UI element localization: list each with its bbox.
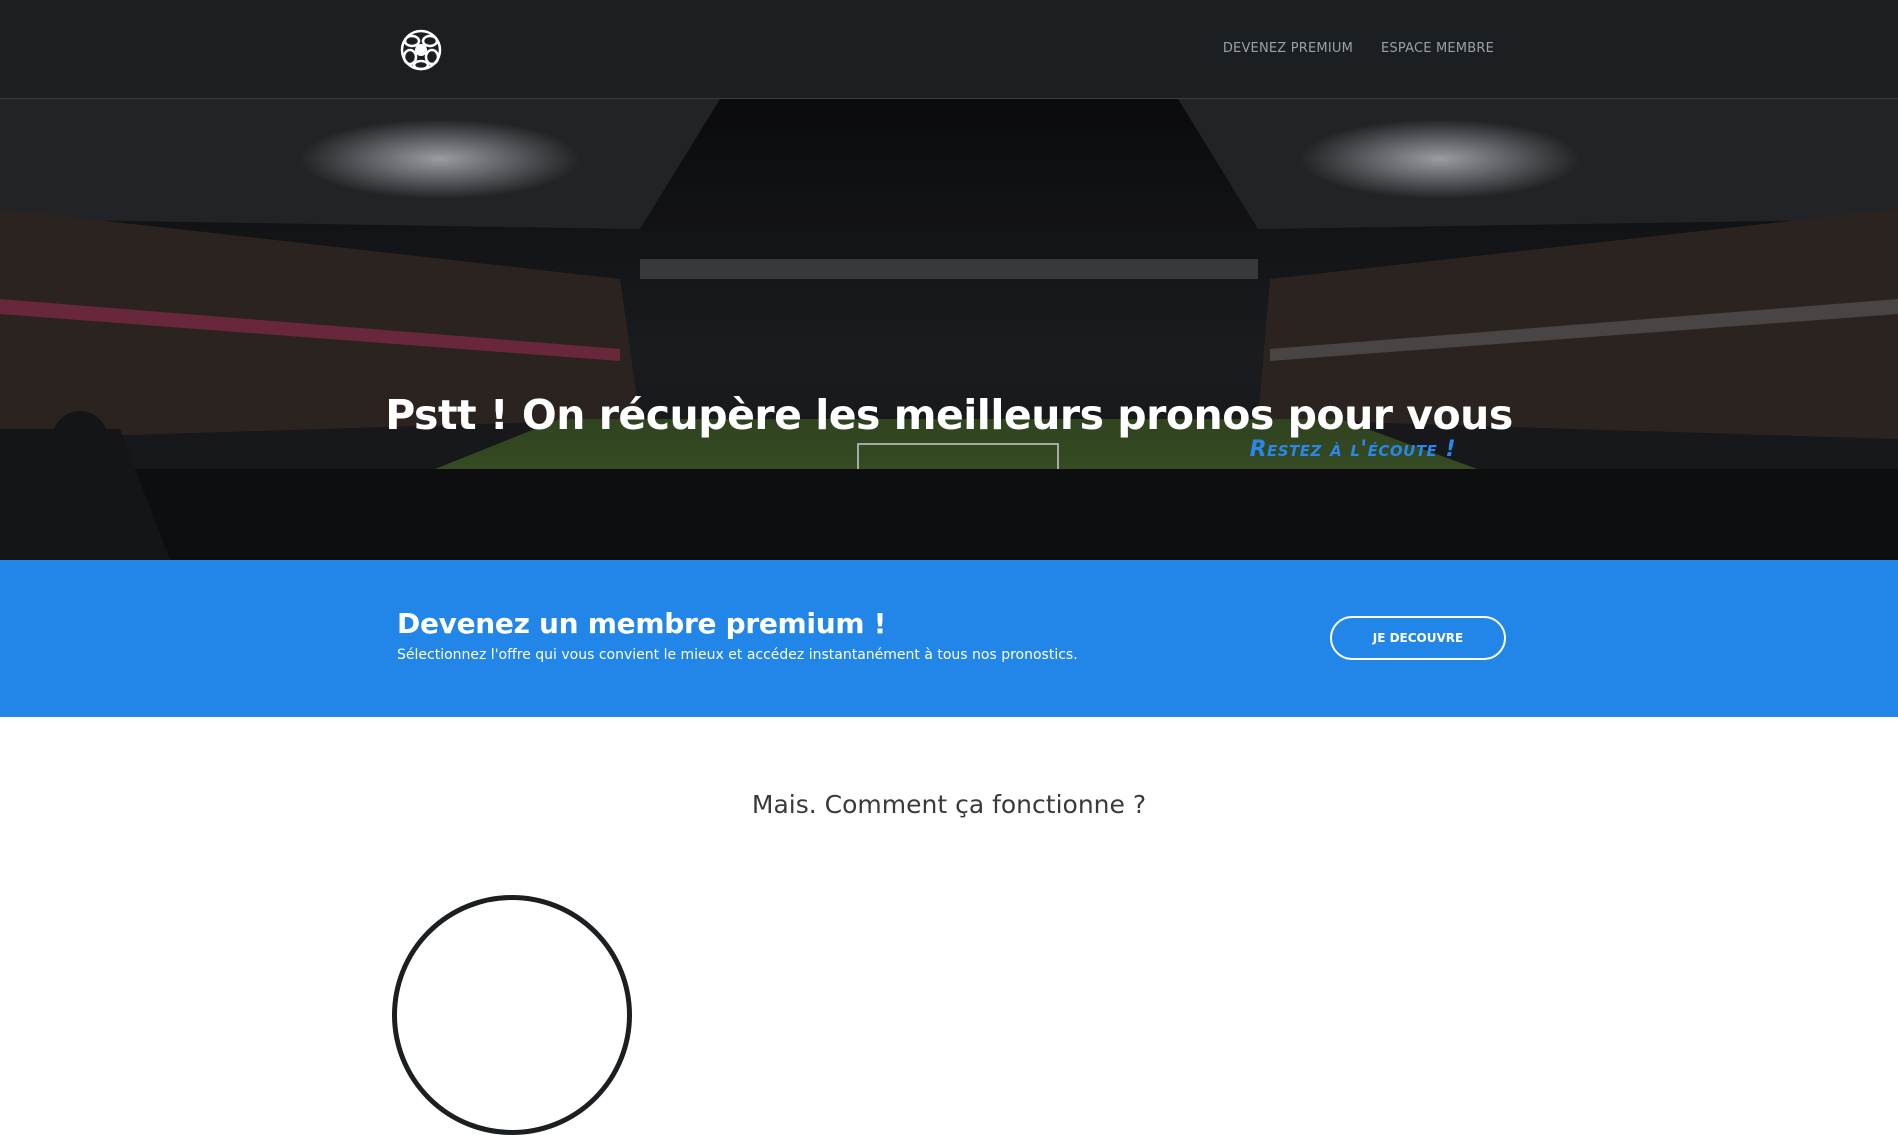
nav-link-espace-membre[interactable]: ESPACE MEMBRE: [1381, 41, 1494, 56]
top-navbar: DEVENEZ PREMIUM ESPACE MEMBRE: [0, 0, 1898, 99]
nav-link-devenez-premium[interactable]: DEVENEZ PREMIUM: [1223, 41, 1353, 56]
je-decouvre-button[interactable]: JE DECOUVRE: [1330, 616, 1506, 660]
step-circle-illustration: [392, 895, 632, 1135]
hero-subtitle: Restez à l'écoute !: [1249, 437, 1456, 462]
hero-section: Pstt ! On récupère les meilleurs pronos …: [0, 99, 1898, 560]
home-logo[interactable]: [398, 27, 444, 73]
stadium-background-image: [0, 99, 1898, 560]
premium-description: Sélectionnez l'offre qui vous convient l…: [397, 647, 1078, 663]
how-it-works-title: Mais. Comment ça fonctionne ?: [751, 790, 1147, 819]
premium-banner: [0, 560, 1898, 717]
main-nav: DEVENEZ PREMIUM ESPACE MEMBRE: [1223, 41, 1494, 56]
hero-title: Pstt ! On récupère les meilleurs pronos …: [385, 391, 1513, 439]
soccer-ball-logo-icon: [400, 29, 442, 71]
premium-title: Devenez un membre premium !: [397, 607, 887, 640]
